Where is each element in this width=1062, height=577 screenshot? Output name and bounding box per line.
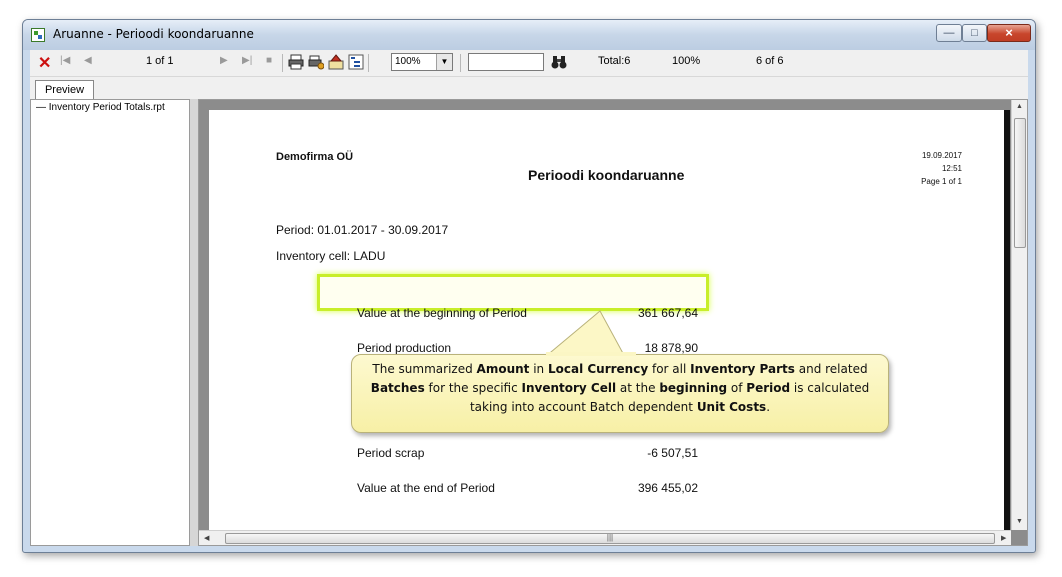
callout-bold-term: Local Currency [547,362,649,376]
row-label: Value at the beginning of Period [357,306,527,320]
percent-processed: 100% [672,55,701,67]
row-value: -6 507,51 [647,446,698,460]
total-records: Total:6 [598,55,631,67]
vertical-scrollbar[interactable]: ▲ ▼ [1011,100,1027,530]
callout-text-segment: at the [616,381,660,395]
report-time: 12:51 [941,164,962,173]
toolbar: ✕ |◀ ◀ 1 of 1 ▶ ▶| ■ 100% ▼ Total:6 100%… [30,50,1028,77]
app-icon [31,28,45,42]
callout-bold-term: Inventory Cell [521,381,617,395]
tab-bar: Preview [30,77,1028,100]
panel-splitter[interactable] [190,99,198,546]
row-value: 396 455,02 [637,481,698,495]
row-value: 361 667,64 [637,306,698,320]
callout-bold-term: beginning [659,381,728,395]
stop-icon[interactable]: ■ [266,55,272,66]
minimize-button[interactable]: — [936,24,962,42]
toolbar-divider [282,54,283,72]
export-icon[interactable] [328,54,344,70]
report-company: Demofirma OÜ [276,151,354,163]
row-label: Value at the end of Period [357,481,495,495]
scroll-right-icon[interactable]: ▶ [1001,534,1006,542]
zoom-value: 100% [395,56,421,67]
scroll-left-icon[interactable]: ◀ [204,534,209,542]
prev-page-icon[interactable]: ◀ [84,55,92,66]
tab-preview[interactable]: Preview [35,80,94,100]
callout-bold-term: Batches [370,381,425,395]
print-icon[interactable] [288,54,304,70]
page-indicator: 1 of 1 [146,55,174,67]
horizontal-scrollbar[interactable]: ◀ ||| ▶ [199,530,1011,545]
callout-bold-term: Unit Costs [696,400,767,414]
callout-text-segment: of [727,381,747,395]
search-input[interactable] [468,53,544,71]
maximize-button[interactable]: □ [962,24,987,42]
report-title: Perioodi koondaruanne [528,167,685,183]
report-period: Period: 01.01.2017 - 30.09.2017 [276,223,449,237]
callout-text-segment: . [766,400,771,414]
zoom-select[interactable]: 100% ▼ [391,53,453,71]
next-page-icon[interactable]: ▶ [220,55,228,66]
report-page-number: Page 1 of 1 [921,177,962,186]
toolbar-divider [368,54,369,72]
callout-bold-term: Amount [476,362,530,376]
explanation-callout: The summarized Amount in Local Currency … [351,354,889,433]
row-label: Period scrap [357,446,425,460]
close-window-button[interactable]: × [987,24,1031,42]
last-page-icon[interactable]: ▶| [242,55,252,66]
chevron-down-icon[interactable]: ▼ [436,54,452,70]
vertical-scroll-thumb[interactable] [1014,118,1026,248]
first-page-icon[interactable]: |◀ [60,55,70,66]
tree-item-label: Inventory Period Totals.rpt [48,102,165,113]
scroll-up-icon[interactable]: ▲ [1016,103,1023,110]
find-binoculars-icon[interactable] [551,54,567,70]
row-label: Period production [357,341,452,355]
callout-text: The summarized Amount in Local Currency … [371,362,869,414]
printer-setup-icon[interactable] [308,54,324,70]
window-title: Aruanne - Perioodi koondaruanne [53,27,254,41]
callout-bold-term: Period [746,381,791,395]
callout-text-segment: in [529,362,548,376]
row-value: 18 878,90 [644,341,698,355]
report-inventory-cell: Inventory cell: LADU [276,249,386,263]
callout-text-segment: and related [794,362,868,376]
callout-bold-term: Inventory Parts [690,362,795,376]
close-view-icon[interactable]: ✕ [38,53,51,73]
scroll-down-icon[interactable]: ▼ [1016,518,1023,525]
tree-item[interactable]: — Inventory Period Totals.rpt [36,102,165,113]
record-counter: 6 of 6 [756,55,784,67]
title-bar[interactable]: Aruanne - Perioodi koondaruanne — □ × [23,20,1035,50]
group-tree-toggle-icon[interactable] [348,54,364,70]
report-date: 19.09.2017 [921,151,962,160]
group-tree: — Inventory Period Totals.rpt [30,99,190,546]
callout-text-segment: The summarized [372,362,477,376]
callout-text-segment: for the specific [424,381,522,395]
callout-text-segment: for all [648,362,691,376]
horizontal-scroll-thumb[interactable]: ||| [225,533,995,544]
toolbar-divider [460,54,461,72]
